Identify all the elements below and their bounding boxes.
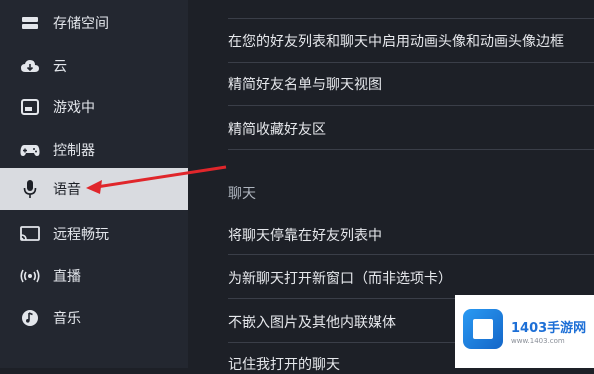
site-watermark: 1403手游网 www.1403.com xyxy=(455,295,594,368)
in-game-icon xyxy=(20,97,40,117)
divider xyxy=(228,18,594,19)
sidebar-item-label: 音乐 xyxy=(53,311,81,327)
sidebar-item-in-game[interactable]: 游戏中 xyxy=(0,86,188,128)
sidebar-item-broadcast[interactable]: 直播 xyxy=(0,255,188,297)
broadcast-icon xyxy=(20,266,40,286)
microphone-icon xyxy=(20,179,40,199)
setting-no-inline-media[interactable]: 不嵌入图片及其他内联媒体 xyxy=(228,312,396,332)
setting-new-window-chats[interactable]: 为新聊天打开新窗口（而非选项卡） xyxy=(228,268,452,288)
watermark-url: www.1403.com xyxy=(511,337,565,345)
storage-icon xyxy=(20,13,40,33)
music-icon xyxy=(20,308,40,328)
watermark-logo xyxy=(463,309,503,349)
sidebar-item-label: 云 xyxy=(53,59,67,75)
sidebar-item-voice[interactable]: 语音 xyxy=(0,168,188,210)
divider xyxy=(228,105,594,106)
divider xyxy=(228,62,594,63)
sidebar-item-label: 存储空间 xyxy=(53,16,109,32)
section-title-chat: 聊天 xyxy=(228,186,256,202)
divider xyxy=(228,254,594,255)
sidebar-item-remote-play[interactable]: 远程畅玩 xyxy=(0,213,188,255)
cloud-icon xyxy=(20,56,40,76)
sidebar-item-cloud[interactable]: 云 xyxy=(0,45,188,87)
sidebar-item-controller[interactable]: 控制器 xyxy=(0,129,188,171)
watermark-brand: 1403手游网 xyxy=(511,321,587,336)
sidebar-item-label: 直播 xyxy=(53,269,81,285)
remote-play-icon xyxy=(20,224,40,244)
controller-icon xyxy=(20,140,40,160)
setting-animated-avatars[interactable]: 在您的好友列表和聊天中启用动画头像和动画头像边框 xyxy=(228,31,564,51)
setting-compact-favorites[interactable]: 精简收藏好友区 xyxy=(228,119,326,139)
sidebar-item-label: 控制器 xyxy=(53,143,95,159)
divider xyxy=(228,149,594,150)
setting-dock-chats[interactable]: 将聊天停靠在好友列表中 xyxy=(228,225,382,245)
sidebar-item-music[interactable]: 音乐 xyxy=(0,297,188,339)
sidebar-item-label: 游戏中 xyxy=(53,100,95,116)
sidebar-item-storage[interactable]: 存储空间 xyxy=(0,2,188,44)
sidebar-item-label: 语音 xyxy=(53,182,81,198)
settings-sidebar: 存储空间 云 游戏中 控制器 语音 远程畅玩 直播 音乐 xyxy=(0,0,188,368)
sidebar-item-label: 远程畅玩 xyxy=(53,227,109,243)
setting-remember-open-chats[interactable]: 记住我打开的聊天 xyxy=(228,354,340,374)
setting-compact-friends-list[interactable]: 精简好友名单与聊天视图 xyxy=(228,74,382,94)
